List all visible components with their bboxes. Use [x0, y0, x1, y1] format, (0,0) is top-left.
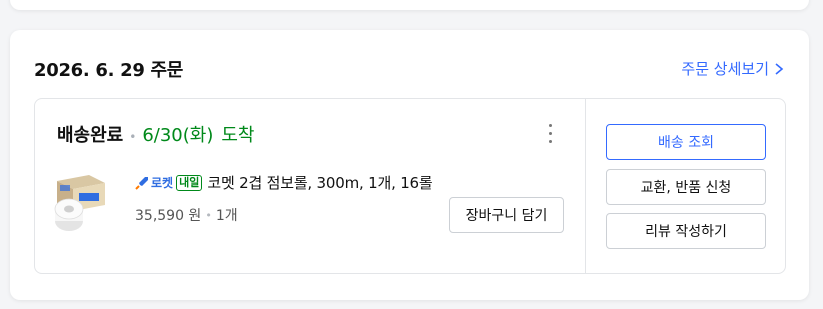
write-review-button[interactable]: 리뷰 작성하기 — [606, 213, 766, 249]
shipment-status-row: 배송완료 • 6/30(화) 도착 — [57, 121, 254, 147]
price-row: 35,590 원 • 1개 — [135, 205, 238, 225]
rocket-badge: 로켓 내일 — [135, 174, 203, 191]
separator-dot: • — [205, 208, 212, 222]
exchange-return-button[interactable]: 교환, 반품 신청 — [606, 169, 766, 205]
shipment-box: 배송완료 • 6/30(화) 도착 로켓 내일 코멧 2겹 점보롤, 300m,… — [34, 98, 786, 274]
rocket-label: 로켓 — [151, 176, 174, 190]
add-to-cart-button[interactable]: 장바구니 담기 — [449, 197, 564, 233]
arrival-label: 도착 — [221, 125, 255, 146]
separator-dot: • — [129, 130, 137, 144]
shipment-info: 배송완료 • 6/30(화) 도착 로켓 내일 코멧 2겹 점보롤, 300m,… — [35, 99, 585, 273]
order-detail-link[interactable]: 주문 상세보기 — [681, 58, 785, 79]
track-delivery-button[interactable]: 배송 조회 — [606, 124, 766, 160]
order-card: 2026. 6. 29 주문 주문 상세보기 배송완료 • 6/30(화) 도착 — [10, 30, 809, 300]
product-line: 로켓 내일 코멧 2겹 점보롤, 300m, 1개, 16롤 — [135, 172, 433, 193]
more-options-icon[interactable] — [543, 121, 557, 145]
toilet-paper-product-image[interactable] — [53, 171, 117, 235]
product-quantity: 1개 — [215, 208, 238, 224]
product-price: 35,590 원 — [135, 208, 202, 224]
rocket-icon — [135, 176, 148, 190]
order-date: 2026. 6. 29 주문 — [34, 60, 184, 81]
product-name[interactable]: 코멧 2겹 점보롤, 300m, 1개, 16롤 — [207, 172, 432, 193]
previous-order-card — [10, 0, 809, 10]
order-detail-label: 주문 상세보기 — [681, 60, 769, 78]
naeil-badge: 내일 — [176, 174, 203, 191]
action-panel: 배송 조회 교환, 반품 신청 리뷰 작성하기 — [585, 99, 785, 273]
arrival-date: 6/30(화) — [142, 125, 214, 146]
delivery-status: 배송완료 — [57, 125, 124, 146]
chevron-right-icon — [775, 62, 784, 75]
